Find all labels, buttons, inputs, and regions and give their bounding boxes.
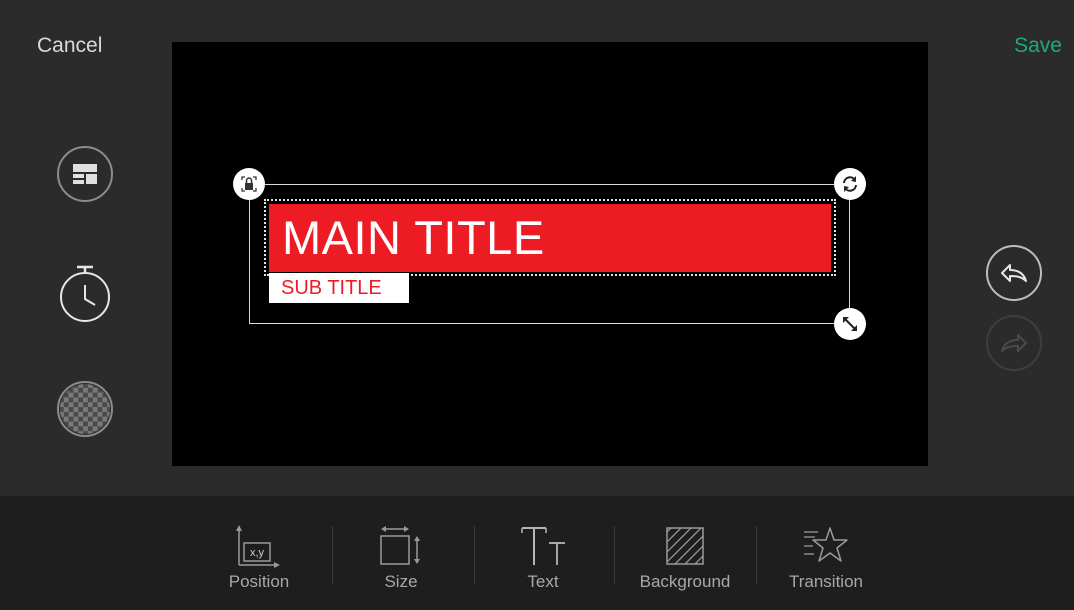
tool-size[interactable]: Size bbox=[361, 496, 441, 610]
main-title-text[interactable]: MAIN TITLE bbox=[269, 204, 831, 272]
timer-icon bbox=[60, 265, 110, 322]
transition-icon bbox=[804, 527, 848, 562]
layout-template-icon bbox=[73, 164, 97, 184]
tool-position-label: Position bbox=[228, 572, 290, 591]
rotate-icon bbox=[843, 176, 857, 192]
opacity-button[interactable] bbox=[57, 381, 113, 437]
toolbar-divider bbox=[474, 526, 475, 584]
rotate-handle[interactable] bbox=[834, 168, 866, 200]
redo-button[interactable] bbox=[986, 315, 1042, 371]
tool-text[interactable]: Text bbox=[503, 496, 583, 610]
lock-icon bbox=[241, 176, 257, 192]
transparency-checker-icon bbox=[59, 383, 111, 435]
size-icon bbox=[380, 526, 420, 565]
background-icon bbox=[666, 527, 704, 565]
text-icon bbox=[521, 527, 565, 565]
tool-position[interactable]: x,y Position bbox=[219, 496, 299, 610]
undo-button[interactable] bbox=[986, 245, 1042, 301]
bottom-toolbar: x,y Position Size Text Background Transi… bbox=[0, 496, 1074, 610]
tool-transition[interactable]: Transition bbox=[776, 496, 876, 610]
tool-text-label: Text bbox=[527, 572, 559, 591]
lock-handle[interactable] bbox=[233, 168, 265, 200]
layout-button[interactable] bbox=[57, 146, 113, 202]
redo-icon bbox=[1001, 334, 1027, 352]
sub-title-text[interactable]: SUB TITLE bbox=[269, 273, 409, 303]
tool-background-label: Background bbox=[639, 572, 731, 591]
tool-transition-label: Transition bbox=[788, 572, 863, 591]
duration-button[interactable] bbox=[55, 264, 115, 324]
tool-background[interactable]: Background bbox=[630, 496, 740, 610]
position-icon: x,y bbox=[236, 525, 280, 568]
undo-icon bbox=[1001, 264, 1027, 282]
resize-handle[interactable] bbox=[834, 308, 866, 340]
svg-text:x,y: x,y bbox=[250, 547, 265, 559]
toolbar-divider bbox=[614, 526, 615, 584]
toolbar-divider bbox=[332, 526, 333, 584]
cancel-button[interactable]: Cancel bbox=[37, 34, 102, 58]
save-button[interactable]: Save bbox=[1014, 34, 1062, 58]
tool-size-label: Size bbox=[384, 572, 418, 591]
toolbar-divider bbox=[756, 526, 757, 584]
resize-icon bbox=[843, 317, 857, 331]
